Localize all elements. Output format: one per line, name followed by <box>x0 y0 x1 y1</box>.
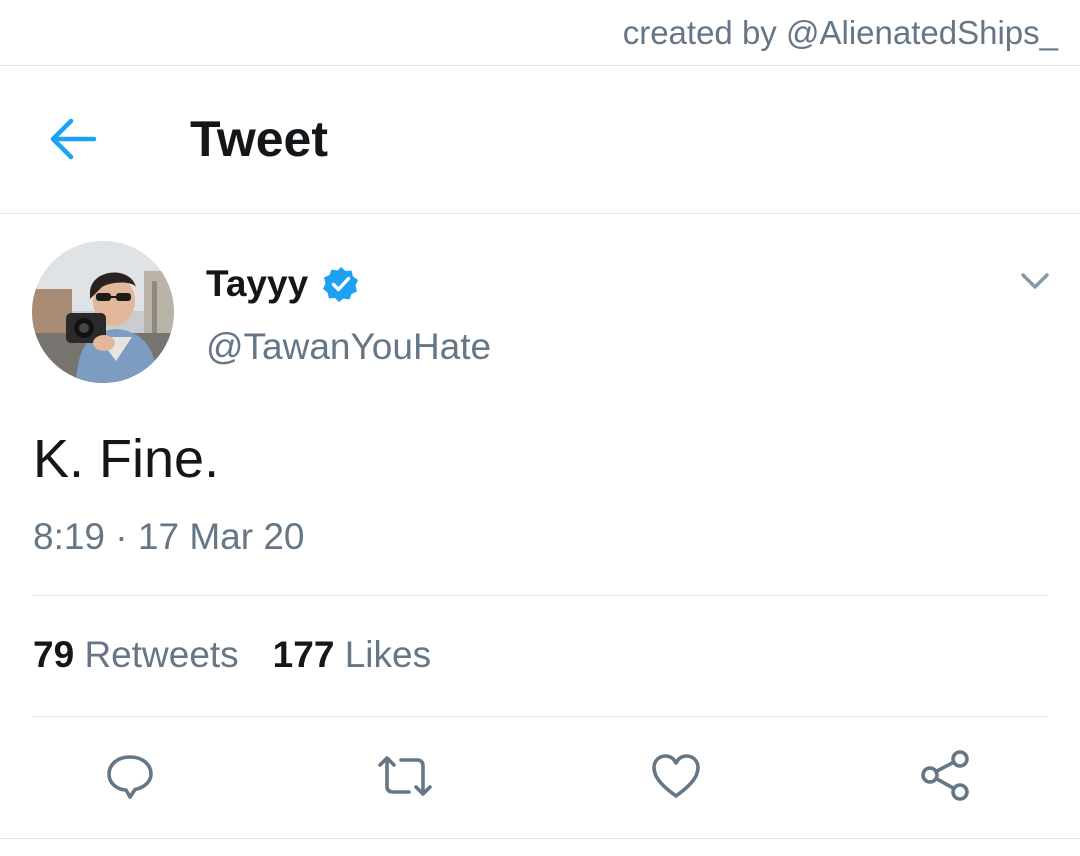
chevron-down-icon <box>1021 273 1049 289</box>
verified-badge-icon <box>323 267 359 302</box>
tweet-header: Tweet <box>0 66 1080 214</box>
more-options-button[interactable] <box>1012 262 1058 302</box>
back-button[interactable] <box>40 106 106 172</box>
tweet-text: K. Fine. <box>33 429 220 489</box>
reply-icon <box>107 755 153 799</box>
reply-button[interactable] <box>102 748 158 804</box>
divider <box>33 595 1048 596</box>
avatar[interactable] <box>32 241 174 383</box>
display-name: Tayyy <box>206 263 309 304</box>
share-icon <box>921 750 969 801</box>
credit-bar: created by @AlienatedShips_ <box>0 0 1080 66</box>
retweet-button[interactable] <box>375 748 432 804</box>
credit-text: created by @AlienatedShips_ <box>622 14 1058 51</box>
retweets-stat[interactable]: 79 Retweets <box>33 634 239 676</box>
heart-icon <box>652 754 700 798</box>
like-button[interactable] <box>648 748 704 804</box>
likes-label: Likes <box>344 634 432 675</box>
display-name-row[interactable]: Tayyy <box>206 262 360 306</box>
retweet-icon <box>378 756 432 796</box>
avatar-photo <box>32 241 174 383</box>
likes-count: 177 <box>272 634 335 675</box>
arrow-left-icon <box>50 118 97 160</box>
page-title: Tweet <box>190 111 328 167</box>
divider <box>33 716 1048 717</box>
bottom-divider <box>0 838 1080 839</box>
username[interactable]: @TawanYouHate <box>206 326 491 368</box>
likes-stat[interactable]: 177 Likes <box>273 634 431 676</box>
share-button[interactable] <box>918 748 974 804</box>
tweet-timestamp[interactable]: 8:19 · 17 Mar 20 <box>33 516 304 558</box>
retweets-count: 79 <box>33 634 75 675</box>
retweets-label: Retweets <box>84 634 239 675</box>
tweet-stats: 79 Retweets 177 Likes <box>33 634 431 676</box>
